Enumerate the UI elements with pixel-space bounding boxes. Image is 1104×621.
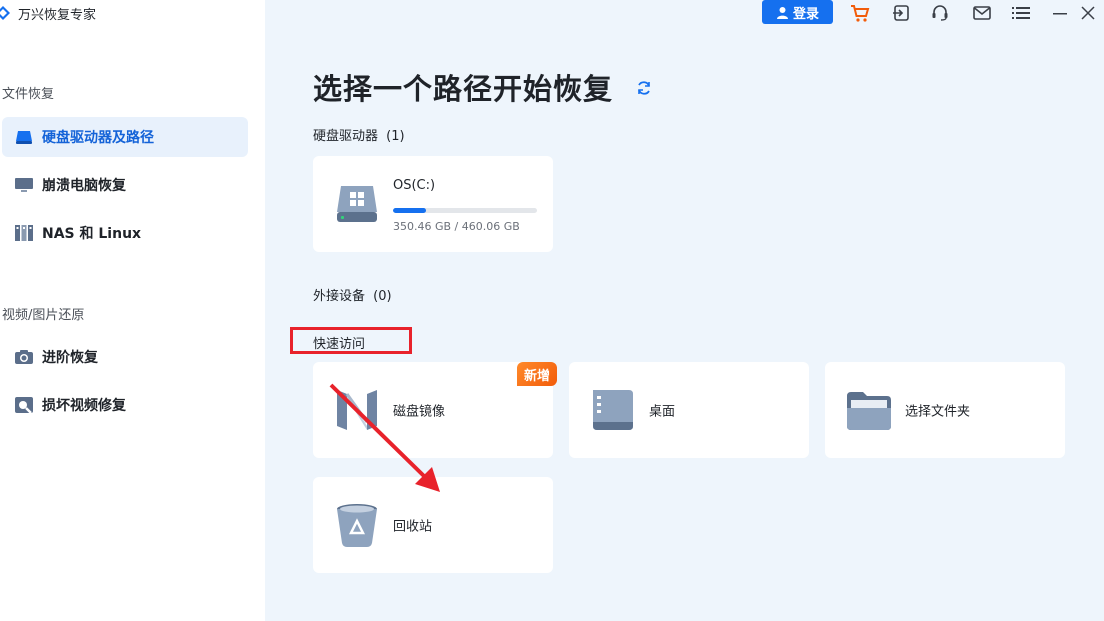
- quick-access-desktop[interactable]: 桌面: [569, 362, 809, 458]
- close-icon[interactable]: [1077, 2, 1099, 24]
- headset-icon[interactable]: [929, 2, 951, 24]
- sidebar-item-label: NAS 和 Linux: [42, 226, 142, 242]
- page-title: 选择一个路径开始恢复: [313, 72, 614, 106]
- quick-access-recycle-bin[interactable]: 回收站: [313, 477, 553, 573]
- sidebar-item-crash-recovery[interactable]: 崩溃电脑恢复: [2, 165, 248, 205]
- mail-icon[interactable]: [971, 2, 993, 24]
- menu-icon[interactable]: [1010, 2, 1032, 24]
- sidebar-item-label: 损坏视频修复: [42, 398, 126, 414]
- drive-usage-bar: [393, 208, 537, 213]
- folder-icon: [847, 392, 891, 430]
- refresh-icon[interactable]: [636, 80, 652, 96]
- sign-in-icon[interactable]: [890, 2, 912, 24]
- quick-access-title: 快速访问: [313, 337, 366, 352]
- monitor-icon: [14, 175, 34, 195]
- sidebar-item-hard-drive[interactable]: 硬盘驱动器及路径: [2, 117, 248, 157]
- login-label: 登录: [792, 6, 819, 22]
- drives-group-title: 硬盘驱动器 (1): [313, 129, 405, 144]
- sidebar-item-advanced-recovery[interactable]: 进阶恢复: [2, 337, 248, 377]
- video-repair-icon: [14, 395, 34, 415]
- new-badge: 新增: [517, 362, 557, 386]
- desktop-icon: [593, 390, 633, 430]
- windows-drive-icon: [337, 186, 377, 222]
- section-title-video-photo: 视频/图片还原: [2, 308, 85, 323]
- sidebar: 万兴恢复专家 文件恢复 硬盘驱动器及路径 崩溃电脑恢复 NAS 和 Linux …: [0, 0, 265, 621]
- drive-usage-fill: [393, 208, 427, 213]
- sidebar-item-nas-linux[interactable]: NAS 和 Linux: [2, 213, 248, 253]
- quick-access-label: 磁盘镜像: [393, 404, 446, 420]
- minimize-icon[interactable]: [1049, 2, 1071, 24]
- quick-access-disk-image[interactable]: 磁盘镜像 新增: [313, 362, 557, 458]
- user-icon: [776, 6, 788, 19]
- nas-icon: [14, 223, 34, 243]
- quick-access-label: 选择文件夹: [905, 404, 971, 420]
- quick-access-select-folder[interactable]: 选择文件夹: [825, 362, 1065, 458]
- drive-card-os-c[interactable]: OS(C:) 350.46 GB / 460.06 GB: [313, 156, 553, 252]
- sidebar-item-video-repair[interactable]: 损坏视频修复: [2, 385, 248, 425]
- camera-icon: [14, 347, 34, 367]
- cart-icon[interactable]: [849, 2, 871, 24]
- sidebar-item-label: 进阶恢复: [42, 350, 98, 366]
- app-title-text: 万兴恢复专家: [18, 7, 97, 23]
- app-title: 万兴恢复专家: [0, 0, 96, 26]
- drive-name: OS(C:): [393, 178, 436, 193]
- hard-drive-icon: [14, 127, 34, 147]
- quick-access-label: 桌面: [649, 404, 676, 420]
- drive-size: 350.46 GB / 460.06 GB: [393, 220, 520, 233]
- login-button[interactable]: 登录: [762, 0, 833, 24]
- section-title-file-recovery: 文件恢复: [2, 87, 55, 102]
- disk-image-icon: [337, 390, 377, 430]
- sidebar-item-label: 崩溃电脑恢复: [42, 178, 126, 194]
- quick-access-label: 回收站: [393, 519, 433, 535]
- external-group-title: 外接设备 (0): [313, 289, 392, 304]
- recycle-bin-icon: [337, 504, 377, 547]
- sidebar-item-label: 硬盘驱动器及路径: [42, 130, 154, 146]
- app-logo-icon: [0, 6, 10, 20]
